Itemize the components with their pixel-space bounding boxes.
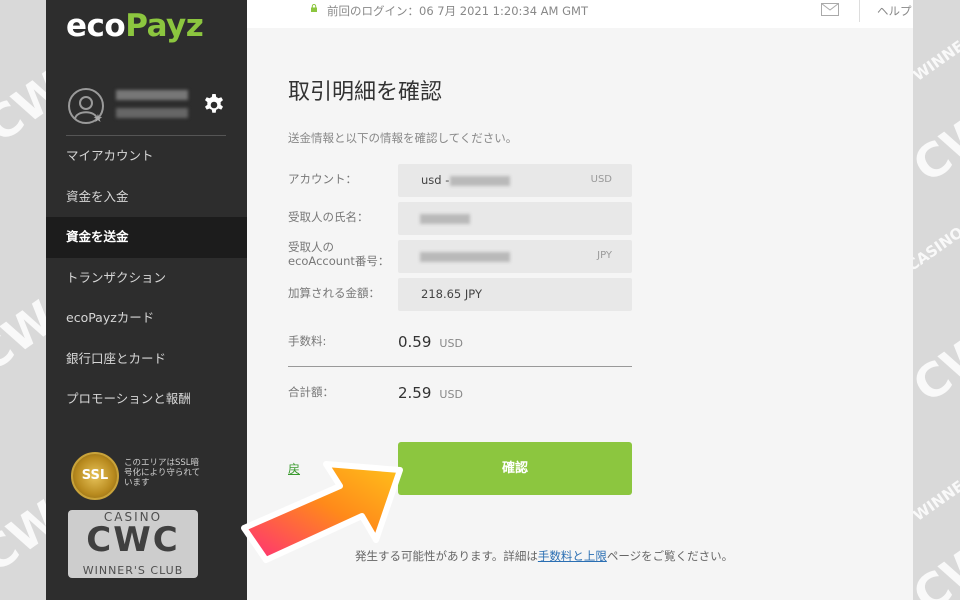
account-currency: USD	[590, 174, 612, 185]
confirm-button[interactable]: 確認	[398, 442, 632, 495]
recipient-account-currency: JPY	[597, 250, 612, 261]
watermark-text: CWC	[0, 470, 46, 584]
account-id-redacted	[116, 108, 188, 118]
watermark-text: WINNER'S CLUB	[913, 0, 960, 85]
sidebar-item-my-account[interactable]: マイアカウント	[46, 136, 247, 177]
recipient-name-label: 受取人の氏名：	[288, 210, 369, 224]
recipient-account-label-line2: ecoAccount番号：	[288, 254, 390, 268]
gear-icon[interactable]	[202, 93, 226, 117]
fee-label: 手数料:	[288, 334, 327, 348]
last-login-text: 前回のログイン：06 7月 2021 1:20:34 AM GMT	[327, 4, 588, 18]
credited-amount-field: 218.65 JPY	[398, 278, 632, 311]
ecopayz-logo[interactable]: ecoPayz	[66, 8, 204, 44]
sidebar-nav: マイアカウント 資金を入金 資金を送金 トランザクション ecoPayzカード …	[46, 136, 247, 420]
watermark-text: CASINO	[913, 223, 960, 275]
sidebar: ecoPayz ★ マイアカウント 資金を入金 資金を送金 トランザクション e…	[46, 0, 247, 600]
help-link[interactable]: ヘルプ	[877, 3, 912, 19]
sidebar-item-promotions[interactable]: プロモーションと報酬	[46, 379, 247, 420]
total-label: 合計額：	[288, 385, 334, 399]
page-title: 取引明細を確認	[288, 80, 443, 105]
watermark-text: CWC	[913, 80, 960, 194]
sidebar-item-ecopayz-card[interactable]: ecoPayzカード	[46, 298, 247, 339]
watermark-text: CWC	[0, 270, 46, 384]
fee-amount: 0.59 USD	[398, 332, 463, 351]
ssl-badge-text: SSL	[81, 468, 109, 483]
credited-amount-value: 218.65 JPY	[421, 287, 482, 301]
casino-winners-club-watermark: CASINO CWC WINNER'S CLUB	[68, 510, 198, 578]
recipient-account-redacted	[420, 252, 510, 262]
sidebar-item-deposit[interactable]: 資金を入金	[46, 177, 247, 218]
topbar-divider	[859, 0, 860, 22]
watermark-cwc: CWC	[86, 520, 180, 560]
watermark-band-left: CWC CWC CWC	[0, 0, 46, 600]
summary-divider	[288, 366, 632, 367]
sidebar-item-bank-accounts[interactable]: 銀行口座とカード	[46, 339, 247, 380]
fees-and-limits-link[interactable]: 手数料と上限	[538, 549, 607, 563]
mail-icon[interactable]	[821, 3, 839, 16]
lock-icon	[311, 4, 317, 12]
fee-unit: USD	[439, 337, 463, 350]
watermark-text: WINNER'S CLUB	[913, 433, 960, 525]
username-redacted	[116, 90, 188, 100]
top-bar: 前回のログイン：06 7月 2021 1:20:34 AM GMT ヘルプ	[247, 0, 913, 28]
ssl-badge-icon: SSL	[71, 452, 119, 500]
account-label: アカウント：	[288, 172, 357, 186]
recipient-name-redacted	[420, 214, 470, 224]
total-unit: USD	[439, 388, 463, 401]
recipient-name-field	[398, 202, 632, 235]
total-amount: 2.59 USD	[398, 383, 463, 402]
account-number-redacted	[450, 176, 510, 186]
footnote-text-end: ページをご覧ください。	[606, 549, 734, 563]
fee-value: 0.59	[398, 333, 432, 351]
logo-payz: Payz	[125, 8, 204, 44]
recipient-account-label: 受取人の ecoAccount番号：	[288, 240, 389, 268]
watermark-text: CWC	[0, 40, 46, 154]
recipient-account-label-line1: 受取人の	[288, 240, 334, 254]
watermark-band-right: WINNER'S CLUB CWC CASINO CWC WINNER'S CL…	[913, 0, 960, 600]
star-icon: ★	[93, 112, 103, 125]
instruction-text: 送金情報と以下の情報を確認してください。	[288, 131, 518, 145]
pointer-arrow-icon	[241, 461, 403, 563]
total-value: 2.59	[398, 384, 432, 402]
account-value: usd -	[421, 173, 450, 187]
sidebar-item-send-money[interactable]: 資金を送金	[46, 217, 247, 258]
sidebar-item-transactions[interactable]: トランザクション	[46, 258, 247, 299]
watermark-text: CWC	[913, 300, 960, 414]
watermark-winners-club: WINNER'S CLUB	[82, 564, 184, 577]
recipient-account-field: JPY	[398, 240, 632, 273]
credited-amount-label: 加算される金額：	[288, 286, 380, 300]
account-field: usd - USD	[398, 164, 632, 197]
ssl-note: このエリアはSSL暗号化により守られています	[124, 458, 201, 488]
logo-eco: eco	[66, 8, 126, 44]
